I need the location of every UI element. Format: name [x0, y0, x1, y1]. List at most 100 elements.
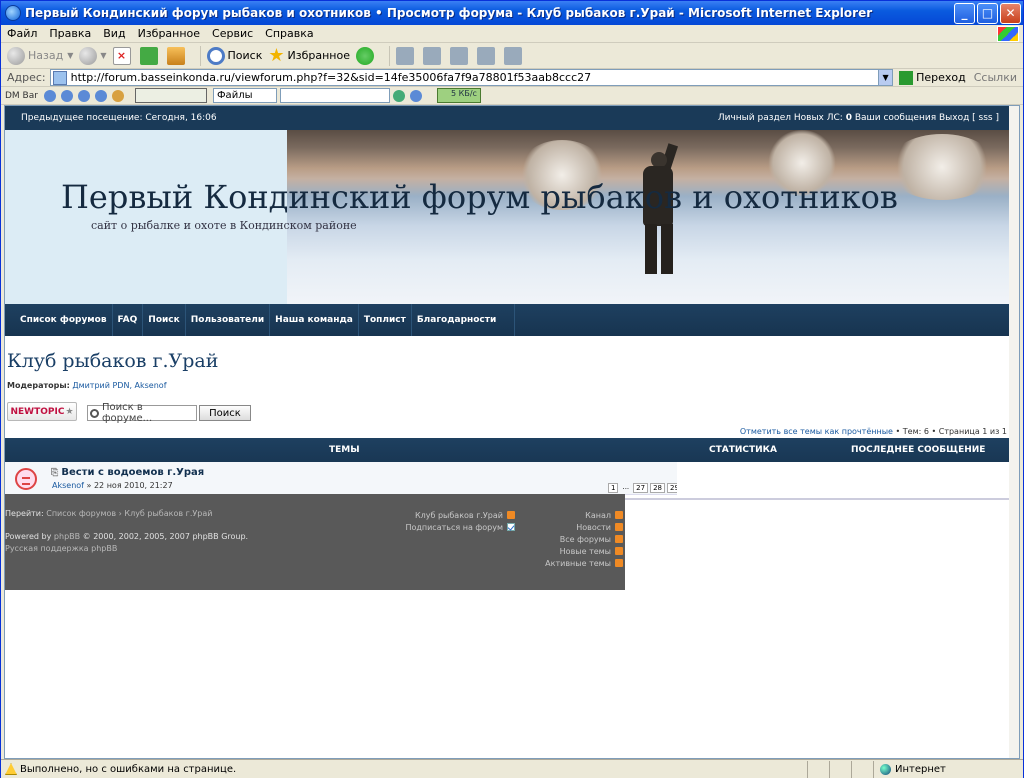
security-zone: Интернет: [873, 760, 1023, 778]
rss-icon: [615, 511, 623, 519]
close-button[interactable]: ✕: [1000, 2, 1021, 24]
history-button[interactable]: [355, 46, 377, 65]
page-link-1[interactable]: 1: [608, 483, 619, 493]
topic-date: » 22 ноя 2010, 21:27: [83, 481, 173, 490]
title-bar: Первый Кондинский форум рыбаков и охотни…: [1, 1, 1023, 25]
dm-toolbar: DM Bar Файлы 5 КБ/с: [1, 87, 1023, 105]
feed-channel-label[interactable]: Канал: [585, 511, 611, 520]
dm-search-icon[interactable]: [392, 89, 405, 102]
links-button[interactable]: Ссылки: [974, 71, 1017, 84]
nav-thanks[interactable]: Благодарности: [412, 304, 516, 336]
nav-forum-list[interactable]: Список форумов: [15, 304, 113, 336]
forward-button[interactable]: ▼: [79, 46, 107, 65]
discuss-icon: [476, 46, 495, 65]
menu-help[interactable]: Справка: [259, 27, 319, 40]
moderators-label: Модераторы:: [7, 381, 70, 390]
stop-button[interactable]: ×: [112, 46, 134, 65]
dm-icon-5[interactable]: [111, 89, 124, 102]
nav-toplist[interactable]: Топлист: [359, 304, 412, 336]
dm-download-icon[interactable]: [409, 89, 422, 102]
jump-path[interactable]: Список форумов › Клуб рыбаков г.Урай: [46, 509, 212, 518]
edit-button[interactable]: [449, 46, 471, 65]
user-links[interactable]: Личный раздел Новых ЛС: 0 Ваши сообщения…: [718, 113, 999, 123]
toolbar-separator: [199, 45, 201, 66]
ru-support-link[interactable]: Русская поддержка phpBB: [5, 544, 117, 553]
go-button[interactable]: Переход: [899, 70, 966, 85]
back-button[interactable]: Назад ▼: [7, 46, 73, 65]
moderator-links[interactable]: Дмитрий PDN, Aksenof: [72, 381, 166, 390]
page-link-27[interactable]: 27: [633, 483, 649, 493]
nav-faq[interactable]: FAQ: [113, 304, 144, 336]
feed-news[interactable]: Новости: [545, 521, 623, 533]
dm-icon-4[interactable]: [94, 89, 107, 102]
feed-new-topics[interactable]: Новые темы: [545, 545, 623, 557]
menu-view[interactable]: Вид: [97, 27, 131, 40]
discuss-button[interactable]: [476, 46, 498, 65]
last-visit: Предыдущее посещение: Сегодня, 16:06: [21, 113, 217, 123]
address-dropdown-icon[interactable]: ▼: [878, 69, 894, 86]
favorites-button[interactable]: ★ Избранное: [268, 46, 350, 65]
new-topic-button[interactable]: NEWTOPIC ★: [7, 402, 77, 421]
search-label: Поиск: [227, 49, 263, 62]
menu-edit[interactable]: Правка: [43, 27, 97, 40]
forum-feed-link[interactable]: Клуб рыбаков г.Урай: [405, 509, 515, 521]
mail-button[interactable]: [395, 46, 417, 65]
topic-title[interactable]: ⎘ Вести с водоемов г.Урая: [51, 467, 204, 478]
vertical-scrollbar[interactable]: [1009, 106, 1019, 758]
col-last-post: ПОСЛЕДНЕЕ СООБЩЕНИЕ: [851, 445, 986, 455]
nav-search[interactable]: Поиск: [143, 304, 186, 336]
subscribe-label[interactable]: Подписаться на форум: [405, 523, 503, 532]
dm-icon-3[interactable]: [77, 89, 90, 102]
user-links-prefix[interactable]: Личный раздел Новых ЛС:: [718, 113, 846, 123]
page-viewport: Предыдущее посещение: Сегодня, 16:06 Лич…: [4, 105, 1020, 759]
table-row: ⎘ Вести с водоемов г.Урая Aksenof » 22 н…: [5, 462, 682, 495]
topic-title-text[interactable]: Вести с водоемов г.Урая: [61, 467, 204, 478]
forward-dropdown-icon[interactable]: ▼: [100, 51, 106, 60]
maximize-button[interactable]: □: [977, 2, 998, 24]
global-feed-links: Канал Новости Все форумы Новые темы Акти…: [545, 509, 623, 569]
nav-users[interactable]: Пользователи: [186, 304, 271, 336]
mark-read-link[interactable]: Отметить все темы как прочтённые: [740, 427, 893, 436]
back-dropdown-icon[interactable]: ▼: [67, 51, 73, 60]
warning-icon[interactable]: [5, 763, 17, 775]
dm-icon-2[interactable]: [60, 89, 73, 102]
menu-tools[interactable]: Сервис: [206, 27, 259, 40]
forum-search-input[interactable]: Поиск в форуме...: [87, 402, 197, 424]
jump-breadcrumb: Перейти: Список форумов › Клуб рыбаков г…: [5, 509, 212, 518]
address-input[interactable]: http://forum.basseinkonda.ru/viewforum.p…: [49, 69, 880, 86]
dm-icon-1[interactable]: [43, 89, 56, 102]
powered-suffix: © 2000, 2002, 2005, 2007 phpBB Group.: [80, 532, 249, 541]
forum-feed-label[interactable]: Клуб рыбаков г.Урай: [415, 511, 503, 520]
forum-footer: Перейти: Список форумов › Клуб рыбаков г…: [5, 494, 625, 590]
feed-active-topics[interactable]: Активные темы: [545, 557, 623, 569]
site-subtitle: сайт о рыбалке и охоте в Кондинском райо…: [91, 219, 357, 232]
search-button[interactable]: Поиск: [206, 46, 263, 65]
topic-author[interactable]: Aksenof: [52, 481, 84, 490]
subscribe-link[interactable]: Подписаться на форум: [405, 521, 515, 533]
home-button[interactable]: [166, 46, 188, 65]
forum-feed-links: Клуб рыбаков г.Урай Подписаться на форум: [405, 509, 515, 533]
feed-channel[interactable]: Канал: [545, 509, 623, 521]
feed-all-forums[interactable]: Все форумы: [545, 533, 623, 545]
feed-new-topics-label[interactable]: Новые темы: [560, 547, 611, 556]
messenger-button[interactable]: [503, 46, 525, 65]
dm-drop-target[interactable]: [134, 88, 207, 103]
user-links-suffix[interactable]: Ваши сообщения Выход [ sss ]: [852, 113, 999, 123]
minimize-button[interactable]: _: [954, 2, 975, 24]
phpbb-link[interactable]: phpBB: [54, 532, 80, 541]
globe-icon: [880, 763, 891, 775]
feed-news-label[interactable]: Новости: [576, 523, 611, 532]
nav-team[interactable]: Наша команда: [270, 304, 359, 336]
page-link-28[interactable]: 28: [650, 483, 665, 493]
dm-url-select[interactable]: [279, 88, 390, 103]
files-select[interactable]: Файлы: [212, 88, 277, 103]
menu-favorites[interactable]: Избранное: [132, 27, 206, 40]
print-button[interactable]: [422, 46, 444, 65]
menu-bar: Файл Правка Вид Избранное Сервис Справка: [1, 25, 1023, 43]
forum-title[interactable]: Клуб рыбаков г.Урай: [7, 350, 218, 372]
feed-all-forums-label[interactable]: Все форумы: [560, 535, 611, 544]
refresh-button[interactable]: [139, 46, 161, 65]
menu-file[interactable]: Файл: [1, 27, 43, 40]
forum-search-button[interactable]: Поиск: [199, 405, 251, 421]
feed-active-topics-label[interactable]: Активные темы: [545, 559, 611, 568]
